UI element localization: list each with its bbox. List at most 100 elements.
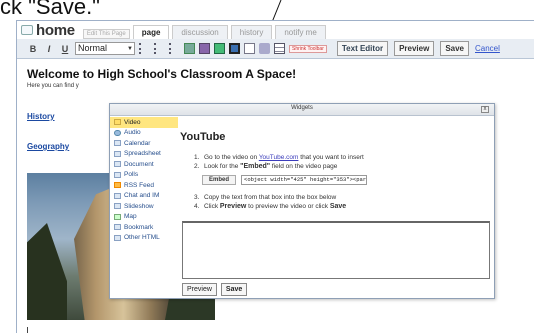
text-cursor <box>27 327 28 333</box>
geography-link[interactable]: Geography <box>27 142 69 151</box>
edit-page-button[interactable]: Edit This Page <box>82 29 130 39</box>
close-icon[interactable]: x <box>481 106 489 113</box>
sidebar-item-polls[interactable]: Polls <box>110 170 178 181</box>
widgets-dialog: Widgets x Video Audio Calendar Spreadshe… <box>109 103 495 299</box>
underline-button[interactable]: U <box>59 44 71 54</box>
history-link[interactable]: History <box>27 112 55 121</box>
bookmark-icon <box>114 224 121 231</box>
editor-toolbar: B I U Normal ▼ Shrink Toolbar Text Edito… <box>17 39 534 59</box>
sidebar-item-label: Slideshow <box>124 202 154 210</box>
step-3-text: Copy the text from that box into the box… <box>204 194 337 201</box>
step-4-save-word: Save <box>329 203 347 210</box>
link-icon[interactable] <box>214 43 225 54</box>
widget-icon[interactable] <box>229 43 240 54</box>
sidebar-item-label: Polls <box>124 171 139 179</box>
youtube-link[interactable]: YouTube.com <box>259 154 299 161</box>
step-3: 3. Copy the text from that box into the b… <box>194 194 337 201</box>
file-icon[interactable] <box>199 43 210 54</box>
embed-code-textarea[interactable] <box>182 221 490 279</box>
chevron-down-icon: ▼ <box>127 46 133 52</box>
step-2-bold: "Embed" <box>240 163 271 170</box>
sidebar-item-document[interactable]: Document <box>110 159 178 170</box>
italic-button[interactable]: I <box>43 44 55 54</box>
embed-example: Embed <object width="425" height="353"><… <box>202 175 368 185</box>
bold-button[interactable]: B <box>27 44 39 54</box>
tab-notify[interactable]: notify me <box>275 25 326 39</box>
sidebar-item-calendar[interactable]: Calendar <box>110 138 178 149</box>
puzzle-icon[interactable] <box>259 43 270 54</box>
map-icon <box>114 213 121 220</box>
sidebar-item-label: Bookmark <box>124 223 154 231</box>
step-4-text: Click <box>204 203 220 210</box>
sidebar-item-other-html[interactable]: Other HTML <box>110 233 178 244</box>
tree-left <box>27 223 67 320</box>
sidebar-item-label: Calendar <box>124 139 151 147</box>
home-tab[interactable]: home <box>17 21 79 39</box>
caption-text: ck "Save." <box>0 0 100 19</box>
home-label: home <box>36 21 75 39</box>
sidebar-item-label: Audio <box>124 129 141 137</box>
numbered-list-icon[interactable] <box>154 43 165 54</box>
slideshow-icon <box>114 203 121 210</box>
sidebar-item-label: Other HTML <box>124 234 160 242</box>
step-1-text-end: that you want to insert <box>298 154 364 161</box>
tab-page[interactable]: page <box>132 25 170 39</box>
step-4-preview-word: Preview <box>219 203 247 210</box>
video-icon <box>114 119 121 126</box>
embed-label: Embed <box>202 175 237 185</box>
embed-code-field: <object width="425" height="353"><param … <box>241 175 368 185</box>
preview-button[interactable]: Preview <box>394 41 435 56</box>
sidebar-item-label: Map <box>124 213 137 221</box>
page-intro: Here you can find y <box>27 83 79 89</box>
sidebar-item-label: Spreadsheet <box>124 150 161 158</box>
widget-type-list: Video Audio Calendar Spreadsheet Documen… <box>110 117 178 298</box>
bullet-list-icon[interactable] <box>139 43 150 54</box>
step-4-text-mid: to preview the video or click <box>246 203 330 210</box>
text-editor-button[interactable]: Text Editor <box>336 41 389 56</box>
step-2-text-end: field on the video page <box>270 163 338 170</box>
step-2-text: Look for the <box>204 163 241 170</box>
step-1-text: Go to the video on <box>204 154 259 161</box>
spreadsheet-icon <box>114 150 121 157</box>
dialog-preview-button[interactable]: Preview <box>182 283 217 296</box>
sidebar-item-label: Chat and IM <box>124 192 160 200</box>
format-select[interactable]: Normal ▼ <box>75 42 135 55</box>
format-value: Normal <box>78 43 108 53</box>
image-icon[interactable] <box>184 43 195 54</box>
shrink-toolbar-badge[interactable]: Shrink Toolbar <box>289 44 327 53</box>
wiki-frame: home Edit This Page page discussion hist… <box>16 20 534 333</box>
dialog-save-button[interactable]: Save <box>220 283 248 296</box>
step-4: 4. Click Preview to preview the video or … <box>194 203 347 210</box>
sidebar-item-slideshow[interactable]: Slideshow <box>110 201 178 212</box>
instruction-steps-continued: 3. Copy the text from that box into the b… <box>194 193 346 211</box>
audio-icon <box>114 129 121 136</box>
step-1: 1. Go to the video on YouTube.com that yo… <box>194 154 364 161</box>
indent-icon[interactable] <box>169 43 180 54</box>
sidebar-item-chat[interactable]: Chat and IM <box>110 191 178 202</box>
sidebar-item-label: Video <box>124 118 141 126</box>
dialog-title: Widgets <box>291 105 313 111</box>
sidebar-item-map[interactable]: Map <box>110 212 178 223</box>
cancel-link[interactable]: Cancel <box>475 44 500 53</box>
home-icon <box>21 25 33 35</box>
sidebar-item-rss[interactable]: RSS Feed <box>110 180 178 191</box>
html-icon <box>114 234 121 241</box>
tab-bar: home Edit This Page page discussion hist… <box>17 21 534 39</box>
sidebar-item-label: Document <box>124 160 154 168</box>
sidebar-item-label: RSS Feed <box>124 181 154 189</box>
sidebar-item-audio[interactable]: Audio <box>110 128 178 139</box>
sidebar-item-spreadsheet[interactable]: Spreadsheet <box>110 149 178 160</box>
save-button[interactable]: Save <box>440 41 469 56</box>
page-title: Welcome to High School's Classroom A Spa… <box>27 67 297 81</box>
tab-history[interactable]: history <box>230 25 273 39</box>
tab-discussion[interactable]: discussion <box>172 25 228 39</box>
sidebar-item-bookmark[interactable]: Bookmark <box>110 222 178 233</box>
calendar-icon <box>114 140 121 147</box>
step-2: 2. Look for the "Embed" field on the vide… <box>194 163 338 170</box>
table-icon[interactable] <box>244 43 255 54</box>
grid-icon[interactable] <box>274 43 285 54</box>
dialog-header: Widgets x <box>110 104 494 116</box>
sidebar-item-video[interactable]: Video <box>110 117 178 128</box>
rss-icon <box>114 182 121 189</box>
widget-heading: YouTube <box>180 131 226 143</box>
